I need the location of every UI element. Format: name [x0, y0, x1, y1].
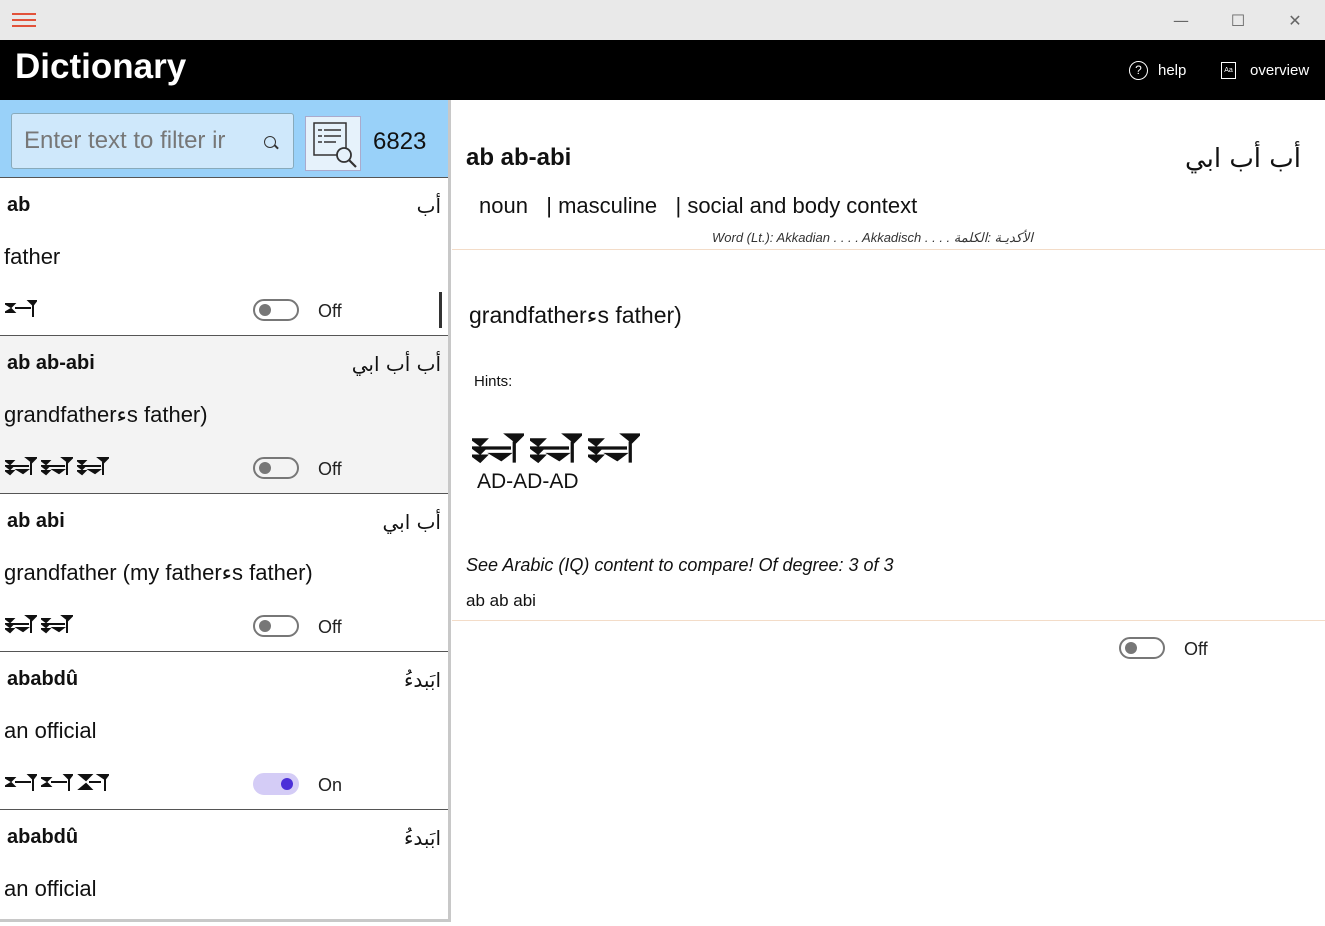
app-header: Dictionary ? help Aa overview	[0, 40, 1325, 100]
toggle-label: Off	[1184, 639, 1208, 659]
cuneiform-sign-icon	[41, 457, 73, 476]
cuneiform-sign-icon	[5, 300, 37, 317]
cuneiform-sign-icon	[77, 457, 109, 476]
title-bar: — ☐ ✕	[0, 0, 1325, 40]
toggle-label: Off	[318, 617, 342, 637]
help-label: help	[1158, 61, 1187, 79]
cuneiform-signs	[5, 456, 109, 478]
detail-cuneiform-signs	[472, 431, 640, 465]
entry-term: ab abi	[7, 510, 65, 532]
list-item[interactable]: ab ab-abi أب أب ابي grandfatherءs father…	[0, 335, 448, 493]
search-icon[interactable]	[264, 136, 276, 148]
app-title: Dictionary	[15, 47, 187, 86]
divider	[452, 249, 1325, 250]
cuneiform-sign-icon	[5, 615, 37, 634]
compare-note: See Arabic (IQ) content to compare! Of d…	[466, 555, 894, 575]
entry-definition: grandfatherءs father)	[4, 402, 208, 427]
maximize-button[interactable]: ☐	[1210, 0, 1266, 40]
hints-label: Hints:	[474, 373, 513, 390]
entry-toggle[interactable]	[253, 299, 299, 321]
detail-toggle[interactable]	[1119, 637, 1165, 659]
entry-toggle[interactable]	[253, 773, 299, 795]
close-button[interactable]: ✕	[1267, 0, 1323, 40]
entry-definition: grandfather (my fatherءs father)	[4, 560, 313, 585]
list-item[interactable]: ab abi أب ابي grandfather (my fatherءs f…	[0, 493, 448, 651]
entry-arabic: ابَبدءُ	[403, 668, 441, 692]
detail-definition: grandfatherءs father)	[469, 302, 682, 328]
cuneiform-sign-icon	[77, 774, 109, 791]
minimize-button[interactable]: —	[1153, 0, 1209, 40]
entry-arabic: أب ابي	[382, 510, 441, 534]
toggle-label: Off	[318, 301, 342, 321]
entry-toggle[interactable]	[253, 457, 299, 479]
entry-count: 6823	[373, 128, 427, 155]
list-item[interactable]: ababdû ابَبدءُ an official	[0, 809, 448, 919]
list-scrollbar[interactable]	[439, 292, 442, 328]
detail-word-line: Word (Lt.): Akkadian . . . . Akkadisch .…	[712, 230, 1033, 245]
divider	[452, 620, 1325, 621]
hamburger-icon[interactable]	[12, 11, 36, 29]
transliteration: AD-AD-AD	[477, 470, 579, 493]
entry-detail-panel: ab ab-abi أب أب ابي noun | masculine | s…	[452, 100, 1325, 926]
detail-arabic: أب أب ابي	[1184, 144, 1301, 174]
entry-arabic: أب أب ابي	[351, 352, 441, 376]
detail-small-term: ab ab abi	[466, 591, 536, 610]
entry-definition: an official	[4, 876, 97, 901]
cuneiform-sign-icon	[5, 457, 37, 476]
cuneiform-sign-icon	[41, 615, 73, 634]
search-box[interactable]	[11, 113, 294, 169]
cuneiform-sign-icon	[5, 774, 37, 791]
help-icon: ?	[1129, 60, 1148, 80]
toggle-label: Off	[318, 459, 342, 479]
entry-arabic: ابَبدءُ	[403, 826, 441, 850]
overview-label: overview	[1250, 61, 1310, 79]
entry-list[interactable]: ab أب father Off ab ab-abi أب أب ابي gra…	[0, 177, 448, 919]
cuneiform-signs	[5, 614, 73, 636]
overview-icon: Aa	[1221, 61, 1236, 79]
entry-arabic: أب	[416, 194, 441, 218]
entry-term: ab ab-abi	[7, 352, 95, 374]
cuneiform-signs	[5, 298, 37, 320]
search-input[interactable]	[24, 124, 244, 158]
entry-term: ababdû	[7, 826, 79, 848]
entry-list-panel: 6823 ab أب father Off ab ab-abi أب أب اب…	[0, 100, 451, 922]
entry-term: ab	[7, 194, 31, 216]
cuneiform-sign-icon	[588, 433, 640, 464]
list-item[interactable]: ab أب father Off	[0, 177, 448, 335]
overview-button[interactable]: Aa overview	[1221, 56, 1309, 84]
entry-definition: father	[4, 244, 61, 269]
help-button[interactable]: ? help	[1129, 56, 1186, 84]
search-area: 6823	[0, 100, 448, 177]
entry-toggle[interactable]	[253, 615, 299, 637]
cuneiform-sign-icon	[472, 433, 524, 464]
cuneiform-signs	[5, 772, 109, 794]
detail-term: ab ab-abi	[466, 144, 572, 171]
toggle-label: On	[318, 775, 343, 795]
list-item[interactable]: ababdû ابَبدءُ an official On	[0, 651, 448, 809]
cuneiform-sign-icon	[530, 433, 582, 464]
filter-list-button[interactable]	[305, 116, 361, 171]
detail-tags: noun | masculine | social and body conte…	[479, 193, 918, 218]
cuneiform-sign-icon	[41, 774, 73, 791]
entry-definition: an official	[4, 718, 97, 743]
list-search-icon	[313, 122, 357, 168]
entry-term: ababdû	[7, 668, 79, 690]
